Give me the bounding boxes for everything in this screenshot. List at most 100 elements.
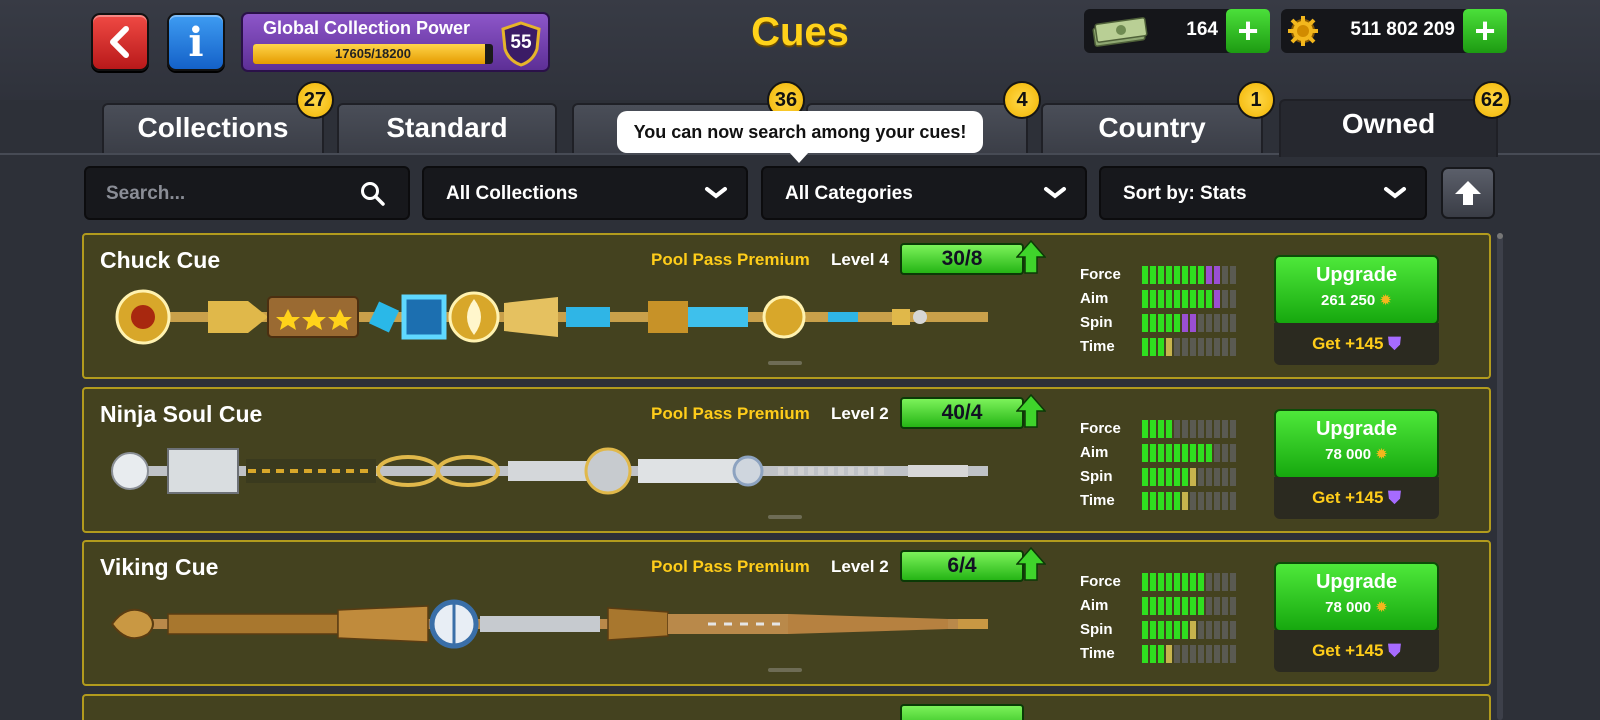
stat-label: Aim <box>1080 444 1109 461</box>
cash-value: 164 <box>1186 19 1218 40</box>
stat-segment <box>1206 314 1212 332</box>
plus-icon: + <box>1237 10 1259 51</box>
stat-segment <box>1158 444 1164 462</box>
stat-segment <box>1166 290 1172 308</box>
get-power-label: Get +145 <box>1312 334 1384 353</box>
stat-segment <box>1214 621 1220 639</box>
cue-card-next[interactable] <box>82 694 1491 720</box>
stat-segment <box>1166 492 1172 510</box>
stat-segment <box>1182 573 1188 591</box>
stat-segment <box>1142 621 1148 639</box>
stat-segment <box>1142 290 1148 308</box>
stat-segment <box>1222 597 1228 615</box>
get-power-button[interactable]: Get +145 ⛊ <box>1274 630 1439 672</box>
stat-label: Force <box>1080 573 1121 590</box>
stat-segment <box>1214 314 1220 332</box>
stat-segment <box>1206 645 1212 663</box>
stat-segment <box>1198 621 1204 639</box>
stat-segment <box>1198 492 1204 510</box>
cue-card-chuck[interactable]: Chuck Cue Pool Pass Premium Level 4 30/8 <box>82 233 1491 379</box>
cue-pass: Pool Pass Premium <box>651 404 810 423</box>
stat-segment <box>1198 468 1204 486</box>
add-cash-button[interactable]: + <box>1226 9 1270 53</box>
stat-segment <box>1222 338 1228 356</box>
upgrade-cost: 78 000 ✹ <box>1276 445 1437 463</box>
stat-segment <box>1182 444 1188 462</box>
stat-segment <box>1150 645 1156 663</box>
stat-segment <box>1158 468 1164 486</box>
categories-dropdown-label: All Categories <box>785 183 913 204</box>
upgrade-label: Upgrade <box>1315 264 1398 286</box>
stat-segment <box>1214 492 1220 510</box>
card-expand-handle[interactable] <box>768 361 802 365</box>
stat-segment <box>1158 492 1164 510</box>
stat-segment <box>1206 573 1212 591</box>
upgrade-cost-value: 261 250 <box>1321 292 1376 309</box>
upgrade-button[interactable]: Upgrade 78 000 ✹ <box>1274 562 1439 632</box>
stat-bar <box>1142 621 1236 639</box>
card-expand-handle[interactable] <box>768 668 802 672</box>
stat-segment <box>1182 266 1188 284</box>
stat-segment <box>1166 338 1172 356</box>
tab-standard[interactable]: Standard <box>337 103 557 153</box>
categories-dropdown[interactable]: All Categories <box>761 166 1087 220</box>
stat-segment <box>1150 314 1156 332</box>
upgrade-label: Upgrade <box>1315 418 1398 440</box>
cue-card-ninja-soul[interactable]: Ninja Soul Cue Pool Pass Premium Level 2… <box>82 387 1491 533</box>
tab-collections[interactable]: Collections <box>102 103 324 153</box>
stat-segment <box>1174 597 1180 615</box>
tab-country[interactable]: Country <box>1041 103 1263 153</box>
coins-display: 511 802 209 + <box>1281 9 1507 53</box>
coin-icon: ✹ <box>1379 292 1392 309</box>
list-scrollbar[interactable] <box>1497 233 1503 720</box>
chevron-down-icon <box>1044 187 1066 199</box>
stat-bar <box>1142 492 1236 510</box>
upgrade-button[interactable]: Upgrade 261 250 ✹ <box>1274 255 1439 325</box>
coin-icon: ✹ <box>1375 446 1388 463</box>
search-input[interactable] <box>106 180 356 208</box>
stat-segment <box>1214 468 1220 486</box>
tab-owned[interactable]: Owned <box>1279 99 1498 157</box>
stat-segment <box>1150 621 1156 639</box>
level-up-arrow-icon <box>1016 547 1046 581</box>
tab-collections-badge: 27 <box>296 81 334 119</box>
search-box[interactable] <box>84 166 410 220</box>
sort-direction-button[interactable] <box>1441 167 1495 219</box>
stat-segment <box>1222 420 1228 438</box>
stat-bar <box>1142 645 1236 663</box>
collections-dropdown-label: All Collections <box>446 183 578 204</box>
chevron-down-icon <box>705 187 727 199</box>
card-expand-handle[interactable] <box>768 515 802 519</box>
stat-segment <box>1206 444 1212 462</box>
stat-segment <box>1190 573 1196 591</box>
get-power-button[interactable]: Get +145 ⛊ <box>1274 323 1439 365</box>
stat-label: Spin <box>1080 314 1113 331</box>
scroll-thumb[interactable] <box>1497 233 1503 239</box>
stat-segment <box>1206 338 1212 356</box>
stat-segment <box>1206 420 1212 438</box>
cue-image <box>115 289 988 345</box>
stat-segment <box>1230 468 1236 486</box>
stat-segment <box>1150 573 1156 591</box>
stat-segment <box>1166 597 1172 615</box>
cue-list: Chuck Cue Pool Pass Premium Level 4 30/8 <box>82 233 1491 720</box>
cue-card-viking[interactable]: Viking Cue Pool Pass Premium Level 2 6/4… <box>82 540 1491 686</box>
stat-bar <box>1142 420 1236 438</box>
stat-segment <box>1198 314 1204 332</box>
add-coins-button[interactable]: + <box>1463 9 1507 53</box>
stat-label: Aim <box>1080 597 1109 614</box>
stat-segment <box>1206 492 1212 510</box>
stat-segment <box>1182 290 1188 308</box>
stat-segment <box>1142 645 1148 663</box>
stat-segment <box>1182 314 1188 332</box>
stat-segment <box>1174 645 1180 663</box>
stat-segment <box>1158 621 1164 639</box>
upgrade-button[interactable]: Upgrade 78 000 ✹ <box>1274 409 1439 479</box>
collections-dropdown[interactable]: All Collections <box>422 166 748 220</box>
stat-label: Time <box>1080 492 1115 509</box>
get-power-button[interactable]: Get +145 ⛊ <box>1274 477 1439 519</box>
stat-bar <box>1142 314 1236 332</box>
stat-segment <box>1230 314 1236 332</box>
sort-dropdown[interactable]: Sort by: Stats <box>1099 166 1427 220</box>
tab-label: Standard <box>386 112 508 143</box>
